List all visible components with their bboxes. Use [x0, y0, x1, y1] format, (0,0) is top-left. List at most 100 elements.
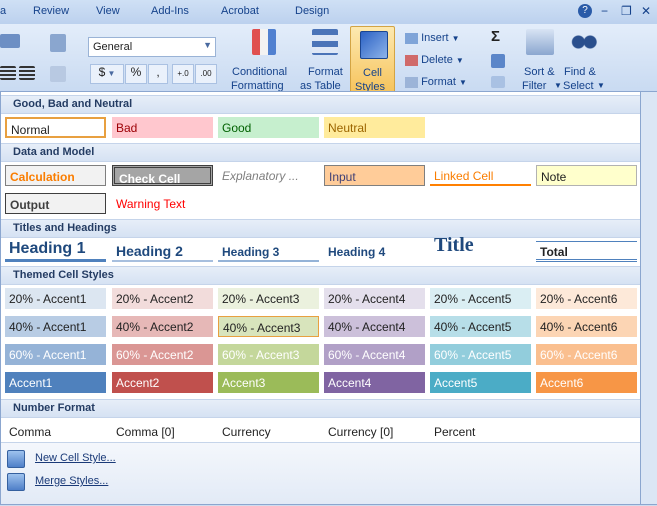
- style-60-accent3[interactable]: 60% - Accent3: [218, 344, 319, 365]
- chevron-down-icon: ▼: [105, 69, 116, 78]
- delete-icon: [405, 54, 418, 66]
- format-as-table-button[interactable]: Format as Table: [300, 26, 350, 92]
- section-header-data-model: Data and Model: [1, 143, 641, 162]
- section-header-themed: Themed Cell Styles: [1, 266, 641, 285]
- style-warning-text[interactable]: Warning Text: [112, 193, 213, 214]
- gallery-scrollbar[interactable]: [640, 91, 657, 505]
- number-format-select[interactable]: General ▼: [88, 37, 216, 57]
- format-button[interactable]: Format ▼: [405, 76, 467, 88]
- conditional-formatting-button[interactable]: Conditional Formatting: [228, 26, 300, 92]
- wrap-text-icon[interactable]: [50, 34, 66, 52]
- chevron-down-icon: ▼: [554, 81, 562, 90]
- style-heading-3[interactable]: Heading 3: [218, 242, 319, 262]
- section-header-titles-headings: Titles and Headings: [1, 219, 641, 238]
- find-select-button[interactable]: Find & Select ▼: [562, 26, 606, 92]
- style-heading-2[interactable]: Heading 2: [112, 240, 213, 262]
- style-comma[interactable]: Comma: [5, 421, 106, 442]
- orientation-icon[interactable]: [0, 34, 20, 48]
- tab-add-ins[interactable]: Add-Ins: [151, 5, 189, 17]
- style-40-accent3[interactable]: 40% - Accent3: [218, 316, 319, 337]
- chevron-down-icon: ▼: [597, 81, 605, 90]
- format-icon: [405, 76, 418, 88]
- style-20-accent3[interactable]: 20% - Accent3: [218, 288, 319, 309]
- cell-styles-button[interactable]: Cell Styles: [350, 26, 395, 94]
- comma-style-button[interactable]: ,: [148, 64, 168, 84]
- binoculars-icon: [570, 29, 598, 55]
- section-header-number-format: Number Format: [1, 399, 641, 418]
- chevron-down-icon: ▼: [458, 78, 467, 87]
- style-accent2[interactable]: Accent2: [112, 372, 213, 393]
- help-icon[interactable]: ?: [578, 4, 592, 18]
- restore-icon[interactable]: ❐: [621, 4, 632, 18]
- style-neutral[interactable]: Neutral: [324, 117, 425, 138]
- merge-center-icon[interactable]: [50, 66, 66, 82]
- decrease-decimal-button[interactable]: .00: [195, 64, 217, 84]
- merge-styles-icon: [7, 473, 25, 491]
- style-output[interactable]: Output: [5, 193, 106, 214]
- style-40-accent4[interactable]: 40% - Accent4: [324, 316, 425, 337]
- tab-partial[interactable]: a: [0, 5, 6, 17]
- cell-styles-gallery: Good, Bad and Neutral Normal Bad Good Ne…: [0, 91, 642, 505]
- chevron-down-icon: ▼: [451, 34, 460, 43]
- style-20-accent1[interactable]: 20% - Accent1: [5, 288, 106, 309]
- style-total[interactable]: Total: [536, 241, 637, 262]
- increase-decimal-button[interactable]: +.0: [172, 64, 194, 84]
- style-percent[interactable]: Percent: [430, 421, 531, 442]
- autosum-button[interactable]: Σ: [491, 28, 500, 45]
- percent-style-button[interactable]: %: [125, 64, 147, 84]
- style-heading-4[interactable]: Heading 4: [324, 242, 425, 262]
- style-accent1[interactable]: Accent1: [5, 372, 106, 393]
- style-heading-1[interactable]: Heading 1: [5, 238, 106, 262]
- minimize-icon[interactable]: −: [601, 4, 608, 18]
- style-20-accent6[interactable]: 20% - Accent6: [536, 288, 637, 309]
- style-60-accent2[interactable]: 60% - Accent2: [112, 344, 213, 365]
- new-cell-style-command[interactable]: New Cell Style...: [1, 448, 641, 470]
- style-normal[interactable]: Normal: [5, 117, 106, 138]
- style-20-accent4[interactable]: 20% - Accent4: [324, 288, 425, 309]
- fill-icon[interactable]: [491, 54, 505, 68]
- home-ribbon: General ▼ $ ▼ % , +.0 .00 Conditional Fo…: [0, 24, 657, 97]
- style-40-accent1[interactable]: 40% - Accent1: [5, 316, 106, 337]
- increase-indent-icon[interactable]: [19, 66, 35, 80]
- style-40-accent5[interactable]: 40% - Accent5: [430, 316, 531, 337]
- style-60-accent6[interactable]: 60% - Accent6: [536, 344, 637, 365]
- close-icon[interactable]: ✕: [641, 4, 651, 18]
- tab-review[interactable]: Review: [33, 5, 69, 17]
- style-title[interactable]: Title: [430, 234, 531, 262]
- accounting-format-button[interactable]: $ ▼: [90, 64, 124, 84]
- chevron-down-icon: ▼: [455, 56, 464, 65]
- style-bad[interactable]: Bad: [112, 117, 213, 138]
- style-linked-cell[interactable]: Linked Cell: [430, 165, 531, 186]
- sort-filter-button[interactable]: Sort & Filter ▼: [520, 26, 562, 92]
- style-40-accent2[interactable]: 40% - Accent2: [112, 316, 213, 337]
- style-currency-0[interactable]: Currency [0]: [324, 421, 425, 442]
- tab-acrobat[interactable]: Acrobat: [221, 5, 259, 17]
- style-20-accent2[interactable]: 20% - Accent2: [112, 288, 213, 309]
- style-input[interactable]: Input: [324, 165, 425, 186]
- style-60-accent5[interactable]: 60% - Accent5: [430, 344, 531, 365]
- style-explanatory[interactable]: Explanatory ...: [218, 165, 319, 186]
- clear-icon[interactable]: [491, 76, 505, 88]
- style-currency[interactable]: Currency: [218, 421, 319, 442]
- decrease-indent-icon[interactable]: [0, 66, 16, 80]
- style-good[interactable]: Good: [218, 117, 319, 138]
- style-60-accent4[interactable]: 60% - Accent4: [324, 344, 425, 365]
- style-accent5[interactable]: Accent5: [430, 372, 531, 393]
- conditional-formatting-icon: [252, 29, 276, 55]
- sort-filter-icon: [526, 29, 554, 55]
- style-60-accent1[interactable]: 60% - Accent1: [5, 344, 106, 365]
- style-40-accent6[interactable]: 40% - Accent6: [536, 316, 637, 337]
- merge-styles-command[interactable]: Merge Styles...: [1, 471, 641, 493]
- tab-view[interactable]: View: [96, 5, 120, 17]
- tab-design[interactable]: Design: [295, 5, 329, 17]
- style-accent6[interactable]: Accent6: [536, 372, 637, 393]
- style-accent4[interactable]: Accent4: [324, 372, 425, 393]
- style-20-accent5[interactable]: 20% - Accent5: [430, 288, 531, 309]
- style-comma-0[interactable]: Comma [0]: [112, 421, 213, 442]
- style-accent3[interactable]: Accent3: [218, 372, 319, 393]
- delete-button[interactable]: Delete ▼: [405, 54, 464, 66]
- style-calculation[interactable]: Calculation: [5, 165, 106, 186]
- insert-button[interactable]: Insert ▼: [405, 32, 460, 44]
- style-check-cell[interactable]: Check Cell: [112, 165, 213, 186]
- style-note[interactable]: Note: [536, 165, 637, 186]
